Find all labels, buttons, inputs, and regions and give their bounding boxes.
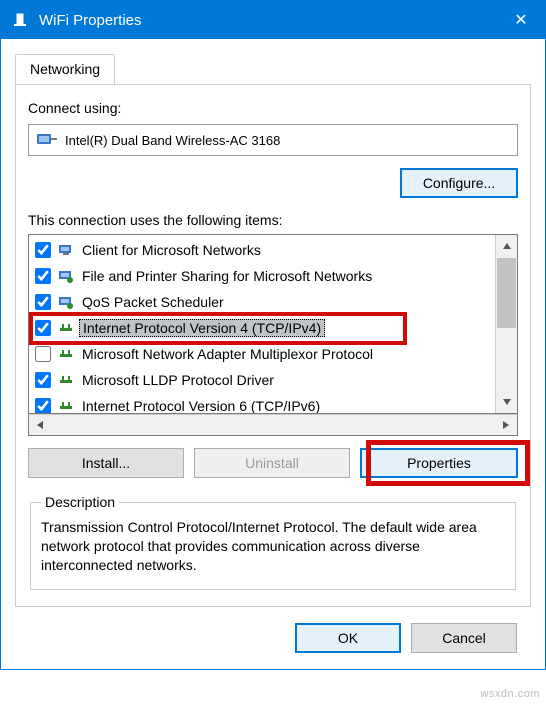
vertical-scrollbar[interactable]	[495, 235, 517, 413]
scroll-left-icon[interactable]	[29, 415, 51, 435]
list-item[interactable]: File and Printer Sharing for Microsoft N…	[31, 263, 493, 289]
protocol-icon	[57, 294, 75, 310]
item-checkbox[interactable]	[35, 294, 51, 310]
close-icon: ✕	[514, 10, 527, 30]
item-label: Internet Protocol Version 4 (TCP/IPv4)	[79, 319, 325, 337]
item-label: Internet Protocol Version 6 (TCP/IPv6)	[79, 398, 323, 413]
scroll-up-icon[interactable]	[496, 235, 517, 257]
item-checkbox[interactable]	[35, 268, 51, 284]
protocol-icon	[57, 372, 75, 388]
description-text: Transmission Control Protocol/Internet P…	[41, 518, 505, 575]
list-item[interactable]: Internet Protocol Version 4 (TCP/IPv4)	[31, 315, 493, 341]
description-group: Description Transmission Control Protoco…	[30, 494, 516, 590]
client-area: Networking Connect using: Intel(R) Dual …	[1, 39, 545, 669]
app-icon	[11, 11, 29, 29]
list-item[interactable]: Microsoft LLDP Protocol Driver	[31, 367, 493, 393]
component-buttons-row: Install... Uninstall Properties	[28, 448, 518, 478]
ok-button[interactable]: OK	[295, 623, 401, 653]
item-checkbox[interactable]	[35, 346, 51, 362]
item-checkbox[interactable]	[35, 242, 51, 258]
network-adapter-icon	[37, 132, 57, 148]
tab-panel-networking: Connect using: Intel(R) Dual Band Wirele…	[15, 84, 531, 607]
item-checkbox[interactable]	[35, 320, 51, 336]
item-label: File and Printer Sharing for Microsoft N…	[79, 268, 375, 284]
adapter-name: Intel(R) Dual Band Wireless-AC 3168	[65, 133, 280, 148]
protocol-icon	[57, 268, 75, 284]
properties-dialog: WiFi Properties ✕ Networking Connect usi…	[0, 0, 546, 670]
list-item[interactable]: QoS Packet Scheduler	[31, 289, 493, 315]
protocol-icon	[57, 320, 75, 336]
tab-strip: Networking	[15, 54, 531, 85]
scroll-down-icon[interactable]	[496, 391, 517, 413]
protocol-icon	[57, 346, 75, 362]
scroll-thumb[interactable]	[497, 258, 516, 328]
horizontal-scrollbar[interactable]	[28, 414, 518, 436]
connect-using-label: Connect using:	[28, 100, 518, 116]
dialog-footer: OK Cancel	[15, 607, 531, 669]
window-title: WiFi Properties	[39, 12, 497, 29]
configure-button[interactable]: Configure...	[400, 168, 518, 198]
list-item[interactable]: Client for Microsoft Networks	[31, 237, 493, 263]
item-checkbox[interactable]	[35, 372, 51, 388]
item-label: Microsoft Network Adapter Multiplexor Pr…	[79, 346, 376, 362]
hscroll-track[interactable]	[51, 415, 495, 435]
install-button[interactable]: Install...	[28, 448, 184, 478]
titlebar[interactable]: WiFi Properties ✕	[1, 1, 545, 39]
item-checkbox[interactable]	[35, 398, 51, 413]
scroll-track[interactable]	[496, 329, 517, 391]
item-label: QoS Packet Scheduler	[79, 294, 227, 310]
item-label: Client for Microsoft Networks	[79, 242, 264, 258]
item-label: Microsoft LLDP Protocol Driver	[79, 372, 277, 388]
watermark: wsxdn.com	[480, 688, 540, 700]
uninstall-button: Uninstall	[194, 448, 350, 478]
properties-button[interactable]: Properties	[360, 448, 518, 478]
components-listbox[interactable]: Client for Microsoft Networks File and Pr…	[28, 234, 518, 414]
cancel-button[interactable]: Cancel	[411, 623, 517, 653]
items-label: This connection uses the following items…	[28, 212, 518, 228]
protocol-icon	[57, 398, 75, 413]
scroll-right-icon[interactable]	[495, 415, 517, 435]
protocol-icon	[57, 242, 75, 258]
adapter-box[interactable]: Intel(R) Dual Band Wireless-AC 3168	[28, 124, 518, 156]
list-item[interactable]: Microsoft Network Adapter Multiplexor Pr…	[31, 341, 493, 367]
tab-networking[interactable]: Networking	[15, 54, 115, 84]
description-legend: Description	[41, 494, 119, 510]
list-item[interactable]: Internet Protocol Version 6 (TCP/IPv6)	[31, 393, 493, 413]
close-button[interactable]: ✕	[497, 1, 545, 39]
